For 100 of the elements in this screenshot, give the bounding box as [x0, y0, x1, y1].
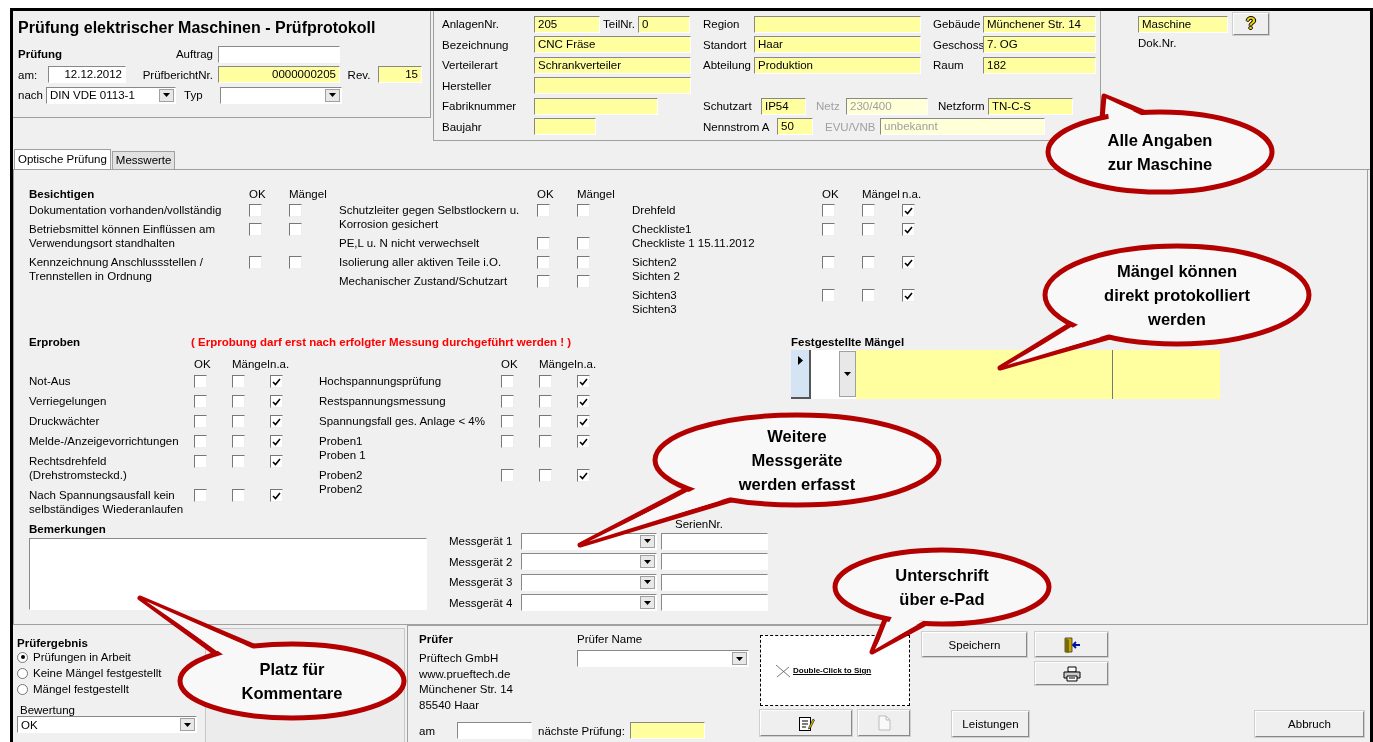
- checkbox[interactable]: [539, 469, 552, 482]
- checkbox[interactable]: [822, 223, 835, 236]
- checkbox[interactable]: [577, 469, 590, 482]
- checkbox[interactable]: [289, 256, 302, 269]
- input-field[interactable]: CNC Fräse: [534, 36, 691, 54]
- checkbox[interactable]: [501, 415, 514, 428]
- grid-dropdown-cell[interactable]: [811, 350, 856, 399]
- checkbox[interactable]: [232, 415, 245, 428]
- input-field[interactable]: Münchener Str. 14: [983, 15, 1096, 33]
- next-inspection-field[interactable]: [630, 722, 705, 739]
- radio-option[interactable]: Prüfungen in Arbeit: [17, 649, 131, 665]
- remarks-field[interactable]: [29, 538, 427, 610]
- input-field[interactable]: 50: [777, 118, 813, 136]
- checkbox[interactable]: [501, 375, 514, 388]
- input-field[interactable]: [754, 15, 921, 33]
- instrument-dropdown[interactable]: [521, 594, 657, 612]
- standard-dropdown[interactable]: DIN VDE 0113-1: [46, 86, 176, 104]
- checkbox[interactable]: [501, 435, 514, 448]
- checkbox[interactable]: [194, 375, 207, 388]
- checkbox[interactable]: [232, 375, 245, 388]
- checkbox[interactable]: [249, 223, 262, 236]
- signature-pad[interactable]: Double-Click to Sign: [760, 635, 910, 706]
- serial-number-field[interactable]: [661, 532, 768, 550]
- input-field[interactable]: [534, 77, 691, 95]
- radio-button[interactable]: [17, 651, 28, 663]
- checkbox[interactable]: [270, 435, 283, 448]
- checkbox[interactable]: [289, 223, 302, 236]
- checkbox[interactable]: [501, 469, 514, 482]
- checkbox[interactable]: [537, 204, 550, 217]
- checkbox[interactable]: [577, 395, 590, 408]
- input-field[interactable]: [534, 118, 596, 136]
- checkbox[interactable]: [194, 415, 207, 428]
- table-cell[interactable]: [856, 350, 1113, 399]
- checkbox[interactable]: [902, 204, 915, 217]
- checkbox[interactable]: [902, 256, 915, 269]
- checkbox[interactable]: [270, 489, 283, 502]
- date-field[interactable]: [457, 722, 532, 739]
- tab[interactable]: Optische Prüfung: [14, 149, 111, 169]
- checkbox[interactable]: [232, 455, 245, 468]
- serial-number-field[interactable]: [661, 573, 768, 591]
- checkbox[interactable]: [501, 395, 514, 408]
- save-button[interactable]: Speichern: [922, 632, 1027, 657]
- checkbox[interactable]: [862, 289, 875, 302]
- checkbox[interactable]: [249, 256, 262, 269]
- checkbox[interactable]: [539, 435, 552, 448]
- checkbox[interactable]: [270, 375, 283, 388]
- input-field[interactable]: 7. OG: [983, 36, 1096, 54]
- checkbox[interactable]: [539, 395, 552, 408]
- checkbox[interactable]: [194, 455, 207, 468]
- checkbox[interactable]: [232, 489, 245, 502]
- input-field[interactable]: 182: [983, 56, 1096, 74]
- input-field[interactable]: Schrankverteiler: [534, 56, 691, 74]
- exit-button[interactable]: [1035, 632, 1108, 657]
- checkbox[interactable]: [270, 415, 283, 428]
- input-field[interactable]: 205: [534, 15, 600, 33]
- checkbox[interactable]: [270, 455, 283, 468]
- checkbox[interactable]: [249, 204, 262, 217]
- checkbox[interactable]: [232, 435, 245, 448]
- checkbox[interactable]: [862, 223, 875, 236]
- checkbox[interactable]: [537, 275, 550, 288]
- radio-button[interactable]: [17, 683, 28, 695]
- checkbox[interactable]: [822, 289, 835, 302]
- radio-option[interactable]: Mängel festgestellt: [17, 681, 129, 697]
- checkbox[interactable]: [194, 435, 207, 448]
- checkbox[interactable]: [822, 204, 835, 217]
- report-number-field[interactable]: 0000000205: [218, 66, 340, 84]
- checkbox[interactable]: [539, 415, 552, 428]
- checkbox[interactable]: [289, 204, 302, 217]
- services-button[interactable]: Leistungen: [952, 711, 1029, 737]
- inspector-name-dropdown[interactable]: [577, 650, 749, 667]
- radio-option[interactable]: Keine Mängel festgestellt: [17, 665, 162, 681]
- cancel-button[interactable]: Abbruch: [1255, 711, 1364, 737]
- input-field[interactable]: [534, 97, 658, 115]
- checkbox[interactable]: [577, 375, 590, 388]
- edit-button[interactable]: [760, 710, 852, 736]
- serial-number-field[interactable]: [661, 553, 768, 571]
- input-field[interactable]: IP54: [761, 97, 806, 115]
- input-field[interactable]: TN-C-S: [988, 97, 1073, 115]
- serial-number-field[interactable]: [661, 594, 768, 612]
- checkbox[interactable]: [194, 489, 207, 502]
- radio-button[interactable]: [17, 667, 28, 679]
- checkbox[interactable]: [577, 415, 590, 428]
- type-dropdown[interactable]: [220, 86, 342, 104]
- date-field[interactable]: 12.12.2012: [48, 66, 126, 84]
- checkbox[interactable]: [270, 395, 283, 408]
- table-cell[interactable]: [1113, 350, 1220, 399]
- checkbox[interactable]: [577, 256, 590, 269]
- checkbox[interactable]: [577, 275, 590, 288]
- checkbox[interactable]: [822, 256, 835, 269]
- print-button[interactable]: [1035, 662, 1108, 685]
- input-field[interactable]: Produktion: [754, 56, 921, 74]
- input-field[interactable]: 0: [638, 15, 690, 33]
- checkbox[interactable]: [577, 237, 590, 250]
- instrument-dropdown[interactable]: [521, 573, 657, 591]
- checkbox[interactable]: [537, 256, 550, 269]
- order-field[interactable]: [218, 45, 340, 63]
- checkbox[interactable]: [577, 204, 590, 217]
- category-field[interactable]: Maschine: [1138, 15, 1228, 33]
- checkbox[interactable]: [902, 223, 915, 236]
- checkbox[interactable]: [577, 435, 590, 448]
